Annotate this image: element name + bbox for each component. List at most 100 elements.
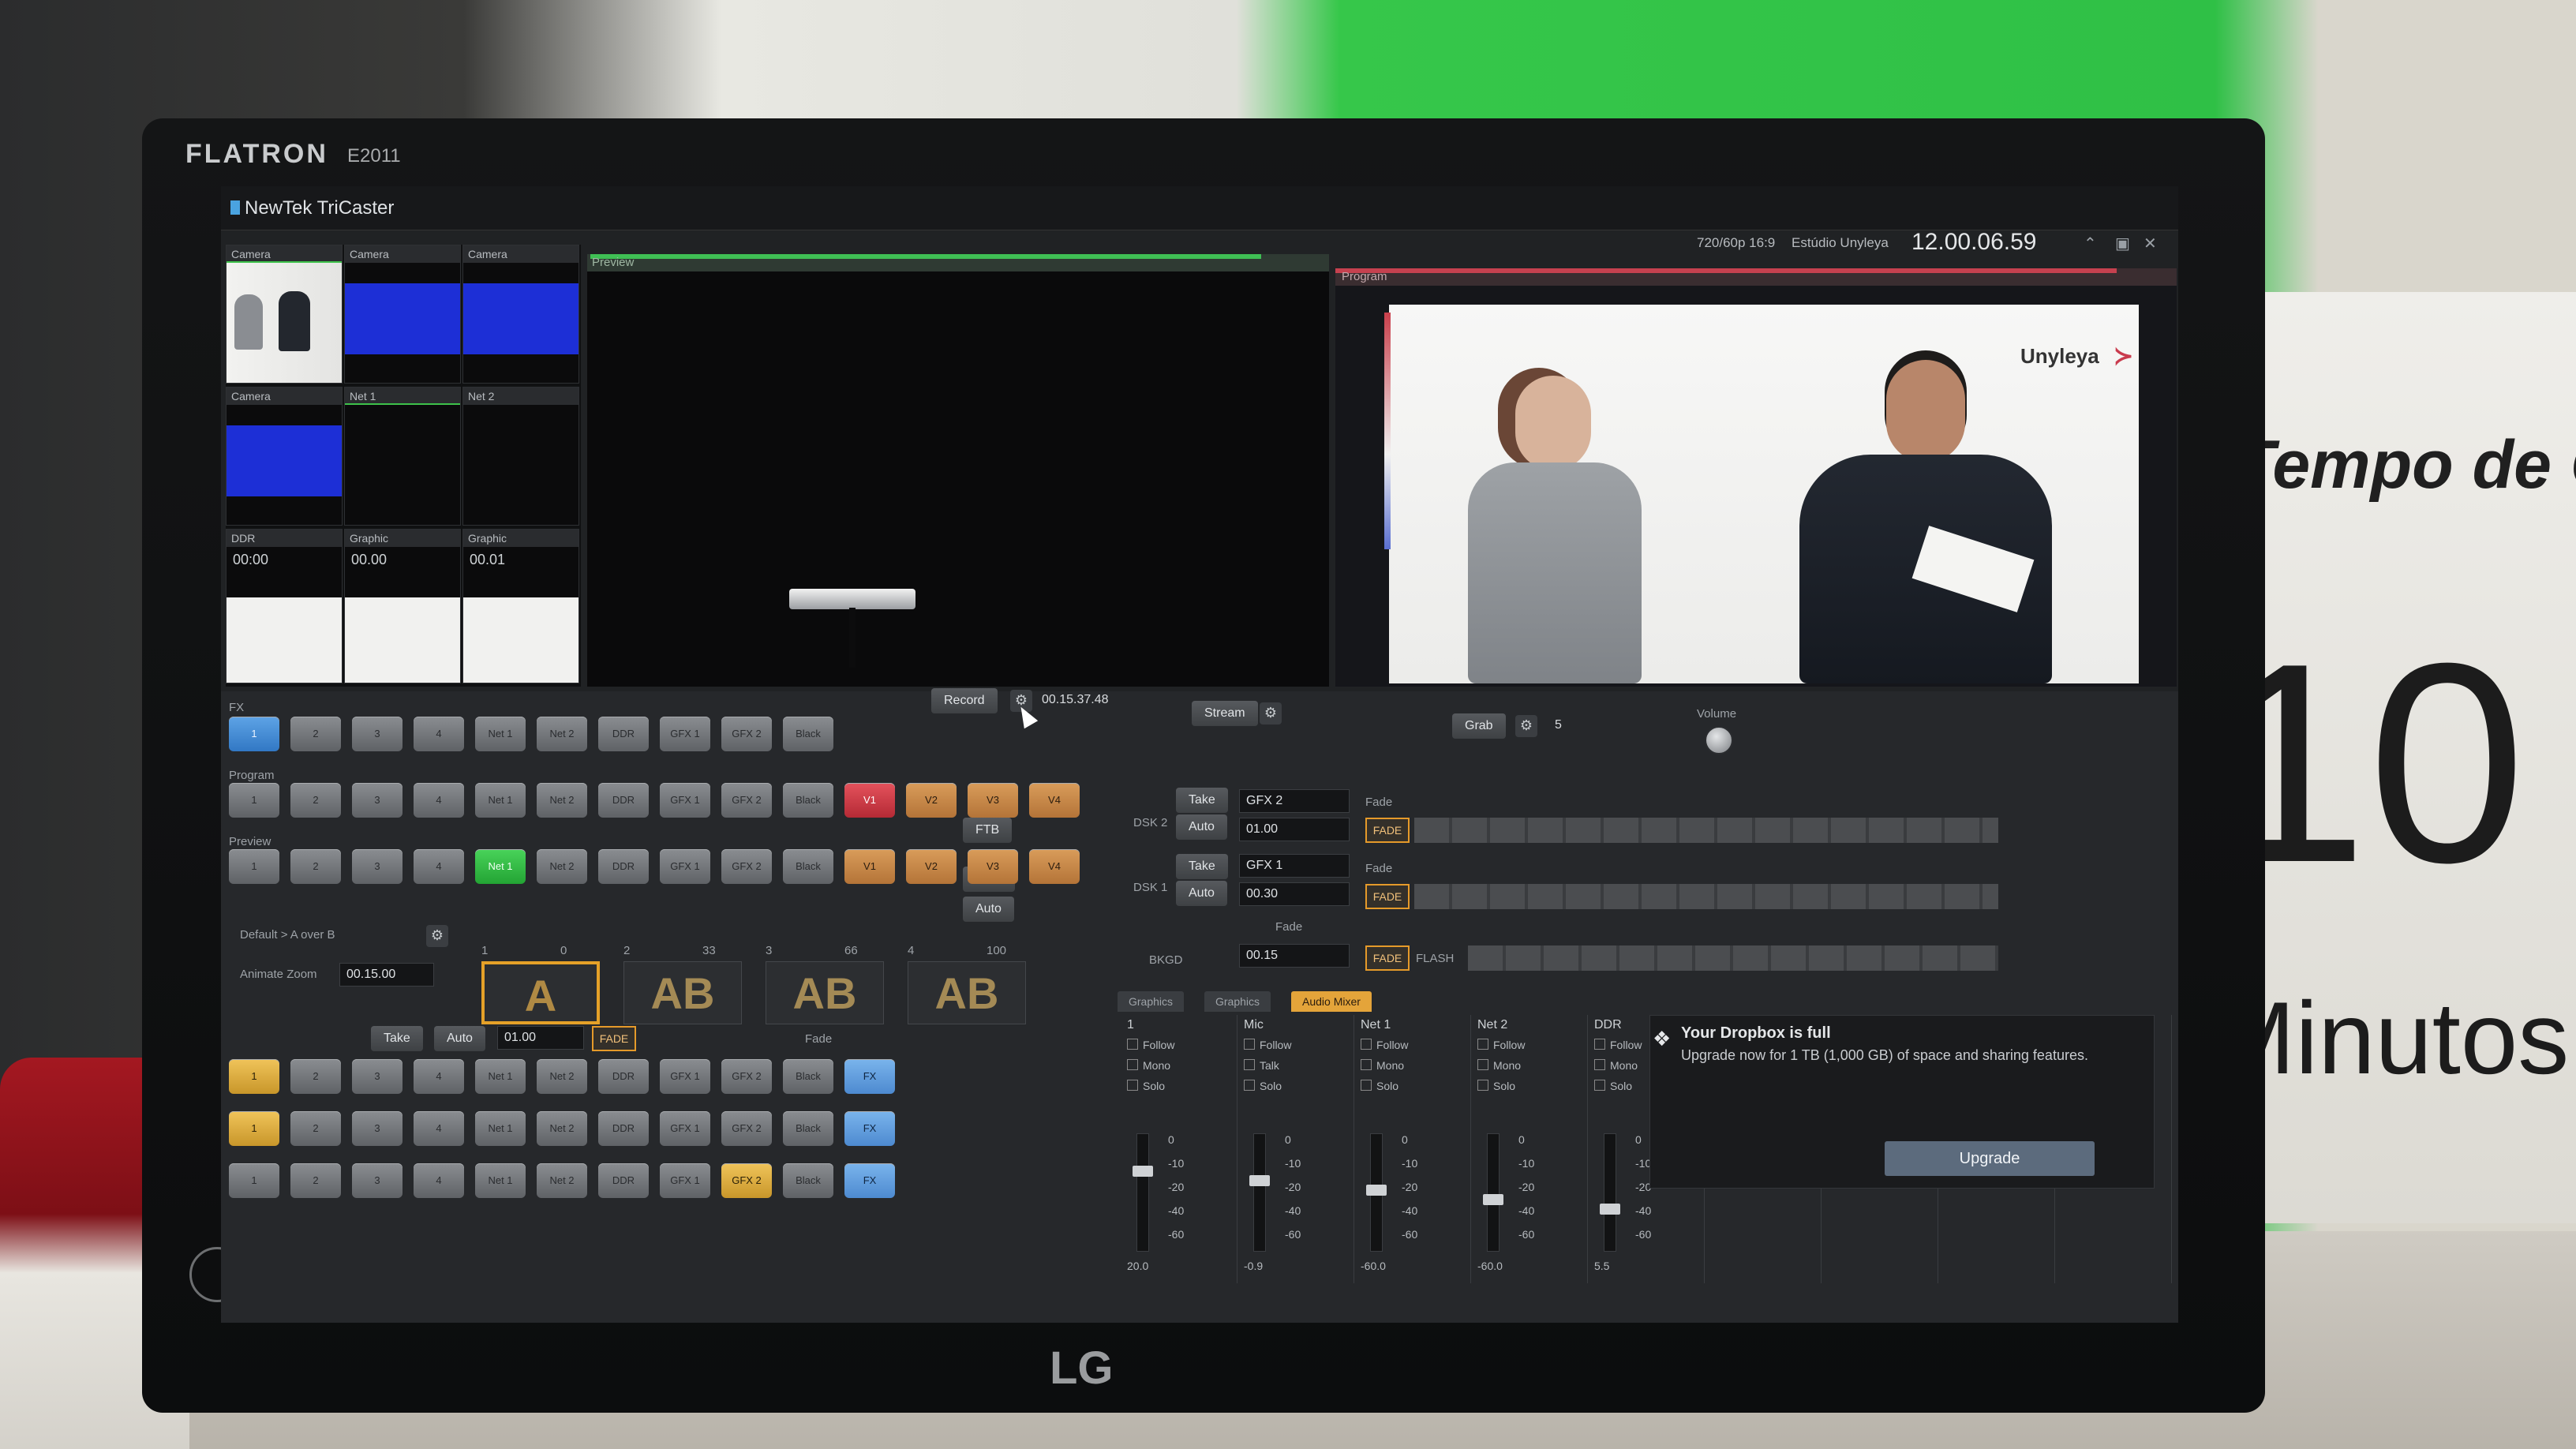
t-bar[interactable] (789, 589, 915, 676)
fx-bus-net-2-button[interactable]: Net 2 (537, 717, 587, 751)
lower-row-2-1-button[interactable]: 1 (229, 1111, 279, 1146)
lower-row-3-fx-button[interactable]: FX (844, 1163, 895, 1198)
mono-checkbox[interactable]: Mono (1594, 1059, 1638, 1072)
input-tile-graphic-2[interactable]: Graphic 00.01 (462, 529, 579, 683)
lower-row-3-4-button[interactable]: 4 (414, 1163, 464, 1198)
channel-fader[interactable] (1366, 1133, 1387, 1252)
bkgd-fade-chip[interactable]: FADE (1365, 945, 1410, 971)
transition-slot-3[interactable]: AB (766, 961, 884, 1024)
preview-bus-3-button[interactable]: 3 (352, 849, 402, 884)
lower-row-1-ddr-button[interactable]: DDR (598, 1059, 649, 1094)
stream-settings-gear-icon[interactable]: ⚙ (1260, 702, 1282, 724)
volume-knob[interactable] (1705, 726, 1733, 754)
preview-bus-v3-button[interactable]: V3 (968, 849, 1018, 884)
lower-row-1-gfx-2-button[interactable]: GFX 2 (721, 1059, 772, 1094)
channel-fader[interactable] (1600, 1133, 1620, 1252)
lower-row-3-2-button[interactable]: 2 (290, 1163, 341, 1198)
grab-button[interactable]: Grab (1452, 713, 1506, 739)
fx-bus-3-button[interactable]: 3 (352, 717, 402, 751)
input-tile-net-1[interactable]: Net 1 (344, 387, 461, 526)
lower-row-3-3-button[interactable]: 3 (352, 1163, 402, 1198)
input-tile-camera-3[interactable]: Camera (462, 245, 579, 384)
dsk2-transition-strip[interactable] (1414, 818, 1998, 843)
program-bus-4-button[interactable]: 4 (414, 783, 464, 818)
channel-fader[interactable] (1483, 1133, 1503, 1252)
lower-row-3-net-2-button[interactable]: Net 2 (537, 1163, 587, 1198)
preview-bus-v4-button[interactable]: V4 (1029, 849, 1080, 884)
lower-row-2-2-button[interactable]: 2 (290, 1111, 341, 1146)
program-bus-gfx-2-button[interactable]: GFX 2 (721, 783, 772, 818)
lower-auto-button[interactable]: Auto (434, 1026, 485, 1051)
solo-checkbox[interactable]: Solo (1244, 1080, 1282, 1092)
program-bus-gfx-1-button[interactable]: GFX 1 (660, 783, 710, 818)
lower-row-2-gfx-2-button[interactable]: GFX 2 (721, 1111, 772, 1146)
lower-row-1-gfx-1-button[interactable]: GFX 1 (660, 1059, 710, 1094)
t-bar-handle[interactable] (789, 589, 915, 609)
preview-bus-net-2-button[interactable]: Net 2 (537, 849, 587, 884)
program-bus-net-1-button[interactable]: Net 1 (475, 783, 526, 818)
mono-checkbox[interactable]: Mono (1361, 1059, 1404, 1072)
transition-settings-gear-icon[interactable]: ⚙ (426, 925, 448, 947)
follow-checkbox[interactable]: Follow (1127, 1039, 1174, 1051)
dsk1-transition-strip[interactable] (1414, 884, 1998, 909)
lower-row-3-ddr-button[interactable]: DDR (598, 1163, 649, 1198)
lower-row-2-4-button[interactable]: 4 (414, 1111, 464, 1146)
channel-fader[interactable] (1249, 1133, 1270, 1252)
preview-bus-2-button[interactable]: 2 (290, 849, 341, 884)
input-tile-camera-1[interactable]: Camera (226, 245, 343, 384)
dsk1-auto-button[interactable]: Auto (1176, 881, 1227, 906)
lower-row-2-net-2-button[interactable]: Net 2 (537, 1111, 587, 1146)
preview-bus-black-button[interactable]: Black (783, 849, 833, 884)
lower-row-3-1-button[interactable]: 1 (229, 1163, 279, 1198)
fader-cap[interactable] (1600, 1204, 1620, 1215)
program-bus-net-2-button[interactable]: Net 2 (537, 783, 587, 818)
fader-cap[interactable] (1483, 1194, 1503, 1205)
solo-checkbox[interactable]: Solo (1477, 1080, 1515, 1092)
preview-bus-v2-button[interactable]: V2 (906, 849, 957, 884)
transition-preset[interactable]: Default > A over B (240, 928, 335, 942)
follow-checkbox[interactable]: Follow (1594, 1039, 1642, 1051)
preview-bus-net-1-button[interactable]: Net 1 (475, 849, 526, 884)
dsk1-source-select[interactable]: GFX 1 (1239, 854, 1350, 878)
preview-bus-v1-button[interactable]: V1 (844, 849, 895, 884)
dsk2-fade-chip[interactable]: FADE (1365, 818, 1410, 843)
lower-row-1-black-button[interactable]: Black (783, 1059, 833, 1094)
lower-take-button[interactable]: Take (371, 1026, 423, 1051)
preview-bus-gfx-1-button[interactable]: GFX 1 (660, 849, 710, 884)
fx-bus-gfx-1-button[interactable]: GFX 1 (660, 717, 710, 751)
input-tile-camera-4[interactable]: Camera (226, 387, 343, 526)
lower-row-3-gfx-2-button[interactable]: GFX 2 (721, 1163, 772, 1198)
tab-audio-mixer[interactable]: Audio Mixer (1291, 991, 1372, 1012)
window-icon[interactable]: ▣ (2115, 234, 2130, 253)
preview-monitor[interactable] (587, 254, 1329, 687)
ftb-button[interactable]: FTB (963, 818, 1013, 843)
fx-bus-black-button[interactable]: Black (783, 717, 833, 751)
transition-slot-4[interactable]: AB (908, 961, 1026, 1024)
mono-checkbox[interactable]: Mono (1477, 1059, 1521, 1072)
lower-row-1-2-button[interactable]: 2 (290, 1059, 341, 1094)
bkgd-flash-label[interactable]: FLASH (1416, 952, 1454, 965)
program-bus-black-button[interactable]: Black (783, 783, 833, 818)
dsk2-source-select[interactable]: GFX 2 (1239, 789, 1350, 813)
input-tile-net-2[interactable]: Net 2 (462, 387, 579, 526)
upgrade-button[interactable]: Upgrade (1885, 1141, 2095, 1176)
fader-cap[interactable] (1133, 1166, 1153, 1177)
close-icon[interactable]: ✕ (2144, 234, 2157, 253)
dsk2-duration-field[interactable]: 01.00 (1239, 818, 1350, 841)
preview-bus-1-button[interactable]: 1 (229, 849, 279, 884)
lower-row-1-4-button[interactable]: 4 (414, 1059, 464, 1094)
lower-row-1-fx-button[interactable]: FX (844, 1059, 895, 1094)
transition-slot-1[interactable]: A (481, 961, 600, 1024)
stream-button[interactable]: Stream (1192, 701, 1258, 726)
main-auto-button[interactable]: Auto (963, 897, 1014, 922)
bkgd-transition-strip[interactable] (1468, 945, 1998, 971)
lower-row-1-3-button[interactable]: 3 (352, 1059, 402, 1094)
lower-row-1-net-2-button[interactable]: Net 2 (537, 1059, 587, 1094)
tab-graphics-1[interactable]: Graphics (1118, 991, 1185, 1012)
fx-bus-1-button[interactable]: 1 (229, 717, 279, 751)
solo-checkbox[interactable]: Solo (1127, 1080, 1165, 1092)
program-bus-2-button[interactable]: 2 (290, 783, 341, 818)
follow-checkbox[interactable]: Follow (1477, 1039, 1525, 1051)
lower-row-3-net-1-button[interactable]: Net 1 (475, 1163, 526, 1198)
lower-row-2-fx-button[interactable]: FX (844, 1111, 895, 1146)
